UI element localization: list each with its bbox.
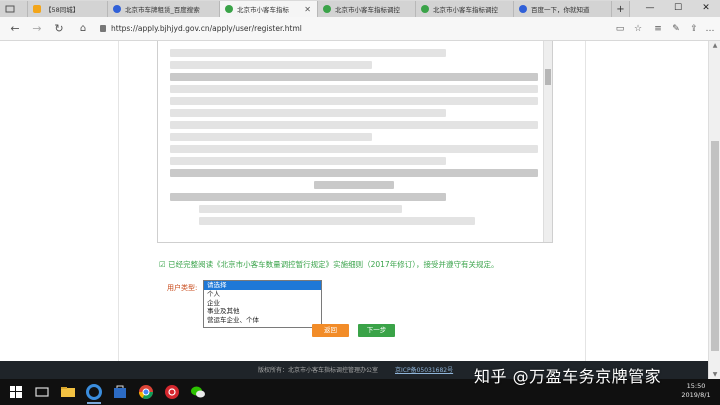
favorite-star-icon[interactable]: ☆	[630, 21, 646, 37]
tab-baidu-search[interactable]: 北京市车牌租赁_百度搜索	[108, 1, 220, 17]
terms-scroll-thumb[interactable]	[545, 69, 551, 85]
site-favicon-icon	[225, 5, 233, 13]
clock-time: 15:50	[686, 382, 706, 390]
baidu-favicon-icon	[519, 5, 527, 13]
terms-text-line	[199, 217, 476, 225]
page-scroll-thumb[interactable]	[711, 141, 719, 351]
start-windows-icon[interactable]	[6, 382, 26, 402]
tab-active-register[interactable]: 北京市小客车指标 ✕	[220, 1, 318, 17]
tab-label: 百度一下，你就知道	[531, 6, 590, 14]
footer-icp-link[interactable]: 京ICP备05031682号	[395, 365, 453, 374]
taskbar-clock[interactable]: 15:50 2019/8/1	[676, 382, 716, 400]
terms-text-line	[170, 49, 446, 57]
browser-tab-bar: 【58同城】 北京市车牌租赁_百度搜索 北京市小客车指标 ✕ 北京市小客车指标调…	[0, 0, 720, 17]
agree-checkbox-label[interactable]: ☑ 已经完整阅读《北京市小客车数量调控暂行规定》实施细则（2017年修订），接受…	[159, 259, 498, 270]
back-button[interactable]: 返回	[312, 324, 349, 337]
more-menu-icon[interactable]: …	[702, 21, 718, 37]
tab-label: 北京市车牌租赁_百度搜索	[125, 6, 200, 14]
favorites-hub-icon[interactable]: ≡	[650, 21, 666, 37]
wechat-icon[interactable]	[188, 382, 208, 402]
tab-label: 北京市小客车指标调控	[433, 6, 498, 14]
user-type-select[interactable]: 请选择 个人 企业 事业及其他 营运车企业、个体	[203, 280, 322, 328]
terms-scrollbar[interactable]	[543, 41, 552, 242]
refresh-icon[interactable]: ↻	[50, 21, 68, 37]
user-type-label: 用户类型:	[167, 284, 198, 292]
next-button[interactable]: 下一步	[358, 324, 395, 337]
terms-text-line	[170, 85, 538, 93]
url-text: https://apply.bjhjyd.gov.cn/apply/user/r…	[111, 24, 302, 33]
maximize-button[interactable]: ☐	[664, 0, 692, 17]
forward-icon[interactable]: →	[28, 21, 46, 37]
terms-text-line	[170, 121, 538, 129]
scroll-up-icon[interactable]: ▲	[709, 42, 720, 49]
user-type-option[interactable]: 个人	[204, 290, 321, 299]
terms-box[interactable]	[157, 41, 553, 243]
tab-label: 北京市小客车指标调控	[335, 6, 400, 14]
reading-view-icon[interactable]: ▭	[612, 21, 628, 37]
address-bar[interactable]: https://apply.bjhjyd.gov.cn/apply/user/r…	[100, 21, 620, 37]
terms-text-line	[170, 157, 446, 165]
tab-baidu-home[interactable]: 百度一下，你就知道	[514, 1, 612, 17]
edge-browser-icon[interactable]	[84, 382, 104, 404]
zhihu-watermark: 知乎 @万盈车务京牌管家	[474, 367, 662, 386]
task-view-icon[interactable]	[32, 382, 52, 402]
tab-label: 北京市小客车指标	[237, 6, 289, 14]
site-favicon-icon	[323, 5, 331, 13]
register-card: ☑ 已经完整阅读《北京市小客车数量调控暂行规定》实施细则（2017年修订），接受…	[118, 41, 586, 379]
tab-58[interactable]: 【58同城】	[28, 1, 108, 17]
terms-text-line	[170, 169, 538, 177]
terms-text-line	[170, 133, 373, 141]
browser-nav-bar: ← → ↻ ⌂ https://apply.bjhjyd.gov.cn/appl…	[0, 17, 720, 41]
netease-music-icon[interactable]	[162, 382, 182, 402]
page-scrollbar[interactable]: ▲ ▼	[708, 41, 720, 379]
minimize-button[interactable]: —	[636, 0, 664, 17]
lock-icon	[100, 25, 106, 32]
store-icon[interactable]	[110, 382, 130, 402]
terms-text-line	[170, 109, 446, 117]
page-viewport: ☑ 已经完整阅读《北京市小客车数量调控暂行规定》实施细则（2017年修订），接受…	[0, 41, 708, 379]
terms-text-line	[170, 145, 538, 153]
clock-date: 2019/8/1	[681, 391, 711, 399]
tab-close-icon[interactable]: ✕	[304, 5, 311, 14]
chrome-icon[interactable]	[136, 382, 156, 402]
user-type-option[interactable]: 请选择	[204, 281, 321, 290]
terms-text-line	[199, 205, 402, 213]
new-tab-button[interactable]: +	[612, 1, 630, 17]
notes-icon[interactable]: ✎	[668, 21, 684, 37]
user-type-option[interactable]: 事业及其他	[204, 307, 321, 316]
share-icon[interactable]: ⇪	[686, 21, 702, 37]
terms-chapter-heading	[313, 181, 395, 189]
footer-copyright: 版权所有：北京市小客车指标调控管理办公室	[258, 367, 379, 374]
tab-quota-3[interactable]: 北京市小客车指标调控	[416, 1, 514, 17]
close-window-button[interactable]: ✕	[692, 0, 720, 17]
back-icon[interactable]: ←	[6, 21, 24, 37]
baidu-favicon-icon	[113, 5, 121, 13]
terms-text-line	[170, 193, 446, 201]
scroll-down-icon[interactable]: ▼	[709, 371, 720, 378]
terms-text-line	[170, 61, 373, 69]
file-explorer-icon[interactable]	[58, 382, 78, 402]
terms-text-line	[170, 73, 538, 81]
screen: 【58同城】 北京市车牌租赁_百度搜索 北京市小客车指标 ✕ 北京市小客车指标调…	[0, 0, 720, 405]
home-icon[interactable]: ⌂	[74, 21, 92, 37]
58-favicon-icon	[33, 5, 41, 13]
terms-text-line	[170, 97, 538, 105]
user-type-option[interactable]: 营运车企业、个体	[204, 316, 321, 325]
tab-label: 【58同城】	[45, 6, 80, 14]
tab-quota-2[interactable]: 北京市小客车指标调控	[318, 1, 416, 17]
tab-manager-icon[interactable]	[0, 1, 28, 17]
site-favicon-icon	[421, 5, 429, 13]
